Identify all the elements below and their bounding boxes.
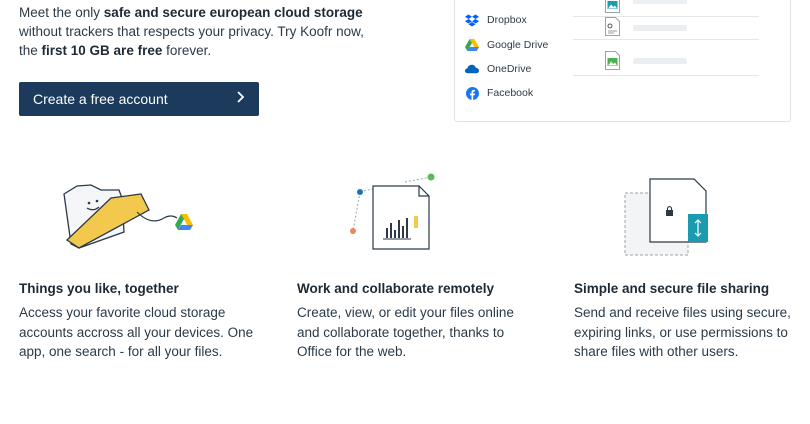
service-dropbox[interactable]: Dropbox	[465, 12, 527, 28]
service-google-drive[interactable]: Google Drive	[465, 37, 548, 53]
service-label: Google Drive	[487, 39, 549, 51]
service-label: OneDrive	[487, 63, 532, 75]
file-row[interactable]	[573, 15, 759, 40]
chevron-right-icon	[235, 91, 245, 107]
service-facebook[interactable]: Facebook	[465, 85, 533, 101]
image-file-icon	[605, 0, 620, 13]
image-file-icon	[605, 51, 620, 70]
file-row[interactable]	[573, 47, 759, 76]
file-name-placeholder	[633, 0, 687, 4]
file-name-placeholder	[633, 25, 687, 31]
service-onedrive[interactable]: OneDrive	[465, 61, 531, 77]
hero-text-line3: the	[19, 43, 42, 58]
feature-title: Things you like, together	[19, 281, 179, 296]
feature-title: Simple and secure file sharing	[574, 281, 770, 296]
hero-highlight-secure: safe and secure european cloud storage	[103, 5, 363, 20]
google-drive-icon	[465, 38, 479, 52]
hero-description: Meet the only safe and secure european c…	[19, 3, 379, 60]
dropbox-icon	[465, 13, 479, 27]
create-account-label: Create a free account	[33, 91, 168, 107]
service-label: Dropbox	[487, 14, 527, 26]
onedrive-icon	[465, 62, 479, 76]
feature-description: Send and receive files using secure, exp…	[574, 305, 791, 359]
file-name-placeholder	[633, 58, 687, 64]
service-label: Facebook	[487, 87, 534, 99]
feature-title: Work and collaborate remotely	[297, 281, 495, 296]
document-file-icon	[605, 17, 620, 36]
hero-text-line1: Meet the only	[19, 5, 104, 20]
app-preview-panel: Dropbox Google Drive OneDrive Facebook	[454, 0, 791, 122]
create-account-button[interactable]: Create a free account	[19, 82, 259, 116]
file-sharing-illustration	[624, 178, 708, 256]
folder-illustration	[63, 184, 193, 249]
hero-text-line2: without trackers that respects your priv…	[19, 24, 364, 39]
feature-description: Access your favorite cloud storage accou…	[19, 305, 254, 359]
collaboration-illustration	[350, 173, 435, 250]
feature-description: Create, view, or edit your files online …	[297, 305, 514, 359]
hero-highlight-free: first 10 GB are free	[41, 43, 163, 58]
hero-text-line3-end: forever.	[162, 43, 212, 58]
facebook-icon	[465, 86, 479, 100]
